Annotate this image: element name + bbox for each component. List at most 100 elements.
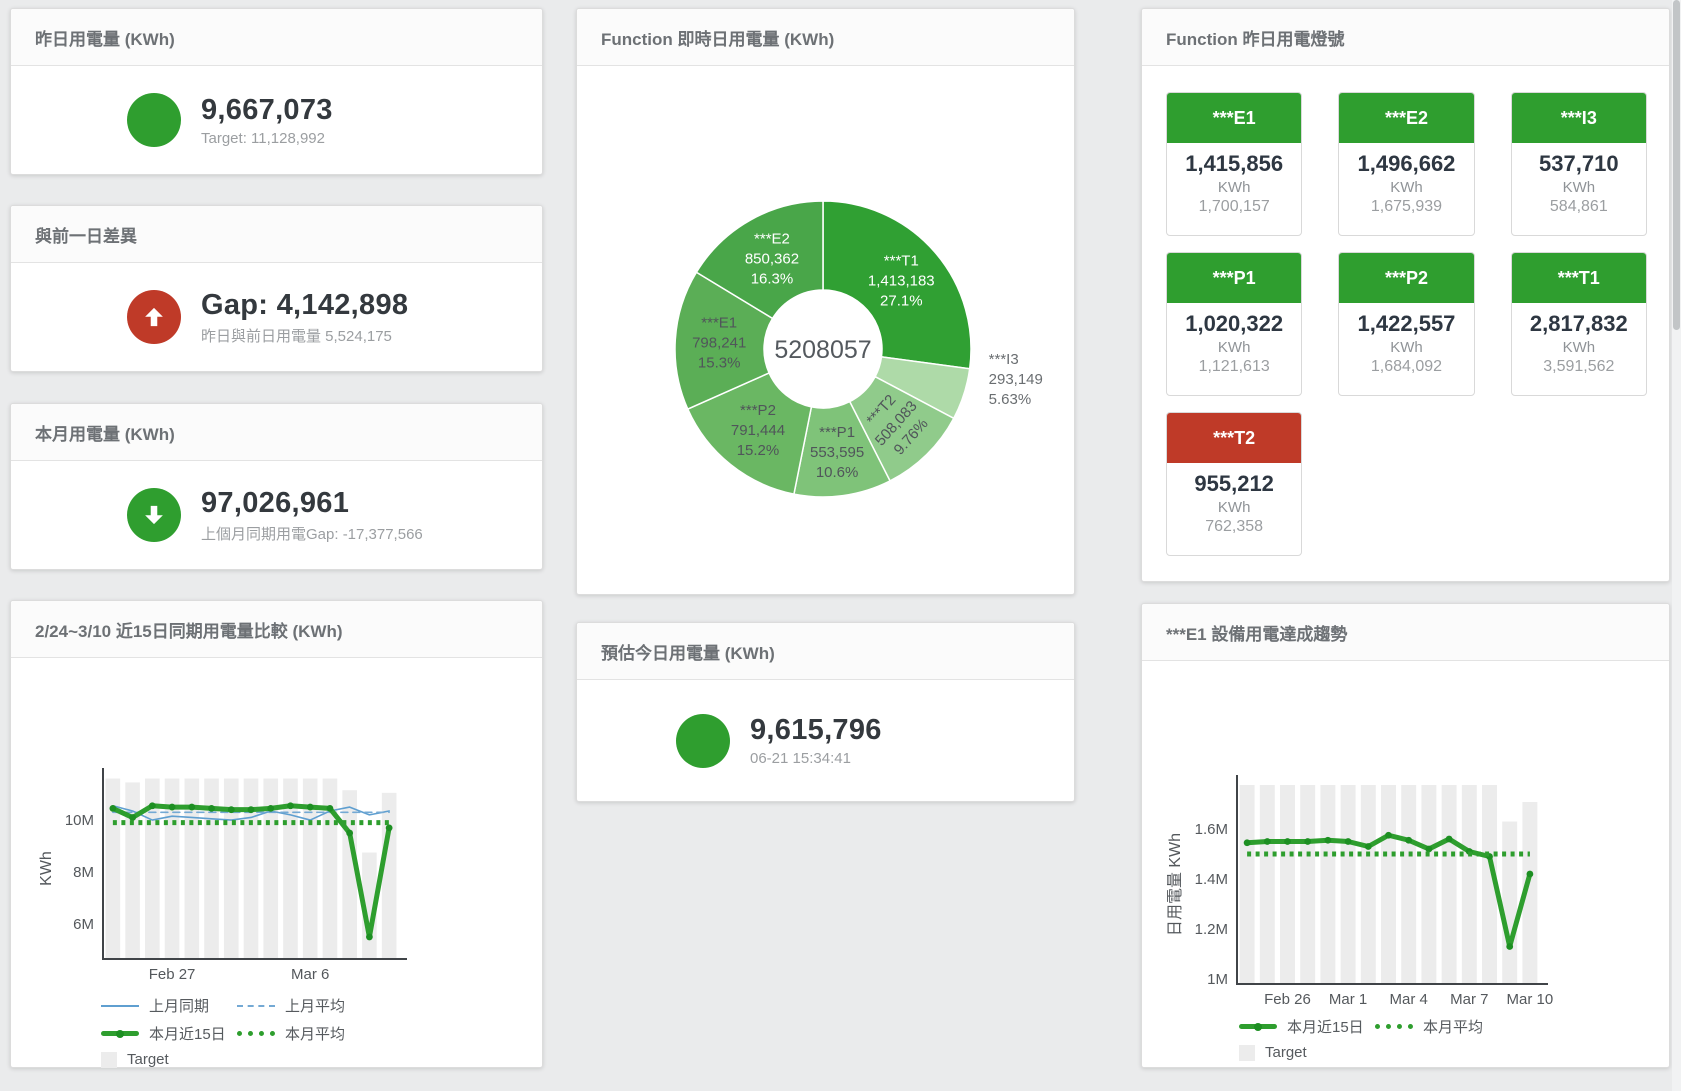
stat-subtitle: Target: 11,128,992 bbox=[201, 130, 426, 147]
svg-text:791,444: 791,444 bbox=[731, 422, 785, 439]
panel-title[interactable]: 昨日用電量 (KWh) bbox=[35, 25, 175, 50]
status-tile: ***E21,496,662KWh1,675,939 bbox=[1338, 92, 1474, 236]
stat-subtitle: 昨日與前日用電量 5,524,175 bbox=[201, 325, 426, 346]
panel-title[interactable]: ***E1 設備用電達成趨勢 bbox=[1166, 620, 1347, 645]
comparison-line-chart: 6M8M10MFeb 27Mar 6KWh bbox=[11, 658, 540, 988]
legend-item-current-month-average[interactable]: 本月平均 bbox=[237, 1023, 373, 1044]
stat-body: 97,026,961 上個月同期用電Gap: -17,377,566 bbox=[11, 461, 542, 569]
legend-label: Target bbox=[1265, 1044, 1307, 1061]
tile-value: 955,212 bbox=[1167, 471, 1301, 497]
legend-item-current-month-average[interactable]: 本月平均 bbox=[1375, 1016, 1511, 1037]
tile-unit: KWh bbox=[1167, 339, 1301, 356]
svg-text:Feb 26: Feb 26 bbox=[1264, 991, 1311, 1008]
tile-target: 3,591,562 bbox=[1512, 358, 1646, 376]
arrow-down-glyph bbox=[140, 501, 168, 529]
svg-text:850,362: 850,362 bbox=[745, 250, 799, 267]
status-tile: ***I3537,710KWh584,861 bbox=[1511, 92, 1647, 236]
chart-legend: 上月同期 上月平均 本月近15日 本月平均 bbox=[11, 995, 542, 1068]
arrow-up-glyph bbox=[140, 303, 168, 331]
panel-title[interactable]: 本月用電量 (KWh) bbox=[35, 420, 175, 445]
svg-text:1.6M: 1.6M bbox=[1195, 821, 1228, 838]
svg-text:Mar 6: Mar 6 bbox=[291, 966, 329, 983]
tile-unit: KWh bbox=[1512, 179, 1646, 196]
legend-label: Target bbox=[127, 1051, 169, 1068]
status-dot-icon bbox=[676, 714, 730, 768]
blue-line-key-icon bbox=[101, 1005, 139, 1007]
tile-value: 1,415,856 bbox=[1167, 151, 1301, 177]
legend-label: 上月同期 bbox=[149, 995, 209, 1016]
legend-item-current-15days[interactable]: 本月近15日 bbox=[101, 1023, 237, 1044]
panel-header: 預估今日用電量 (KWh) bbox=[577, 623, 1074, 680]
panel-realtime-daily-usage: Function 即時日用電量 (KWh) ***T11,413,18327.1… bbox=[576, 8, 1075, 595]
svg-text:KWh: KWh bbox=[38, 851, 55, 886]
svg-text:Mar 1: Mar 1 bbox=[1329, 991, 1367, 1008]
svg-text:293,149: 293,149 bbox=[989, 371, 1043, 388]
dashboard: 昨日用電量 (KWh) 9,667,073 Target: 11,128,992… bbox=[0, 0, 1681, 1091]
blue-dash-key-icon bbox=[237, 1005, 275, 1007]
tile-unit: KWh bbox=[1512, 339, 1646, 356]
panel-e1-trend: ***E1 設備用電達成趨勢 1M1.2M1.4M1.6MFeb 26Mar 1… bbox=[1141, 603, 1670, 1068]
status-dot-icon bbox=[127, 93, 181, 147]
page-scrollbar[interactable] bbox=[1672, 0, 1681, 1091]
chart-legend: 本月近15日 本月平均 Target bbox=[1142, 1016, 1669, 1061]
legend-label: 上月平均 bbox=[285, 995, 345, 1016]
panel-15day-comparison: 2/24~3/10 近15日同期用電量比較 (KWh) 6M8M10MFeb 2… bbox=[10, 600, 543, 1068]
svg-text:***I3: ***I3 bbox=[989, 351, 1019, 368]
tile-value: 537,710 bbox=[1512, 151, 1646, 177]
stat-body: Gap: 4,142,898 昨日與前日用電量 5,524,175 bbox=[11, 263, 542, 371]
green-line-key-icon bbox=[1239, 1024, 1277, 1029]
svg-text:***E1: ***E1 bbox=[701, 314, 737, 331]
legend-item-current-15days[interactable]: 本月近15日 bbox=[1239, 1016, 1375, 1037]
legend-label: 本月平均 bbox=[285, 1023, 345, 1044]
legend-label: 本月平均 bbox=[1423, 1016, 1483, 1037]
svg-text:***T1: ***T1 bbox=[884, 253, 919, 270]
scrollbar-thumb[interactable] bbox=[1673, 0, 1680, 330]
svg-text:***E2: ***E2 bbox=[754, 230, 790, 247]
panel-header: ***E1 設備用電達成趨勢 bbox=[1142, 604, 1669, 661]
tile-status-header: ***E2 bbox=[1339, 93, 1473, 143]
tile-value: 2,817,832 bbox=[1512, 311, 1646, 337]
stat-value: 97,026,961 bbox=[201, 487, 426, 520]
svg-text:10.6%: 10.6% bbox=[816, 464, 859, 481]
stat-body: 9,615,796 06-21 15:34:41 bbox=[577, 680, 1074, 801]
svg-text:8M: 8M bbox=[73, 864, 94, 881]
panel-title[interactable]: 預估今日用電量 (KWh) bbox=[601, 639, 775, 664]
target-bar-key-icon bbox=[101, 1052, 117, 1068]
tile-value: 1,020,322 bbox=[1167, 311, 1301, 337]
panel-title[interactable]: Function 即時日用電量 (KWh) bbox=[601, 25, 834, 50]
svg-text:15.3%: 15.3% bbox=[698, 354, 741, 371]
svg-text:Feb 27: Feb 27 bbox=[149, 966, 196, 983]
stat-value: 9,667,073 bbox=[201, 94, 426, 127]
panel-title[interactable]: 與前一日差異 bbox=[35, 222, 137, 247]
panel-yesterday-usage: 昨日用電量 (KWh) 9,667,073 Target: 11,128,992 bbox=[10, 8, 543, 175]
panel-day-gap: 與前一日差異 Gap: 4,142,898 昨日與前日用電量 5,524,175 bbox=[10, 205, 543, 372]
svg-text:Mar 10: Mar 10 bbox=[1507, 991, 1554, 1008]
stat-value: Gap: 4,142,898 bbox=[201, 289, 426, 322]
panel-title[interactable]: 2/24~3/10 近15日同期用電量比較 (KWh) bbox=[35, 617, 343, 642]
panel-today-estimate: 預估今日用電量 (KWh) 9,615,796 06-21 15:34:41 bbox=[576, 622, 1075, 802]
legend-item-last-month-period[interactable]: 上月同期 bbox=[101, 995, 237, 1016]
panel-header: 本月用電量 (KWh) bbox=[11, 404, 542, 461]
panel-header: 昨日用電量 (KWh) bbox=[11, 9, 542, 66]
panel-header: 與前一日差異 bbox=[11, 206, 542, 263]
green-dot-key-icon bbox=[237, 1031, 275, 1036]
svg-text:15.2%: 15.2% bbox=[737, 442, 780, 459]
svg-text:5.63%: 5.63% bbox=[989, 391, 1032, 408]
status-tile: ***P1 1,020,322 KWh 1,121,613 bbox=[1166, 252, 1302, 396]
legend-item-target[interactable]: Target bbox=[101, 1051, 237, 1068]
tile-status-header: ***E1 bbox=[1167, 93, 1301, 143]
green-dot-key-icon bbox=[1375, 1024, 1413, 1029]
legend-item-target[interactable]: Target bbox=[1239, 1044, 1375, 1061]
target-bar-key-icon bbox=[1239, 1045, 1255, 1061]
stat-value: 9,615,796 bbox=[750, 714, 975, 747]
trend-line-chart: 1M1.2M1.4M1.6MFeb 26Mar 1Mar 4Mar 7Mar 1… bbox=[1142, 661, 1667, 1009]
panel-header: 2/24~3/10 近15日同期用電量比較 (KWh) bbox=[11, 601, 542, 658]
legend-item-last-month-average[interactable]: 上月平均 bbox=[237, 995, 373, 1016]
status-tile: ***P21,422,557KWh1,684,092 bbox=[1338, 252, 1474, 396]
tile-target: 1,675,939 bbox=[1339, 198, 1473, 216]
tile-status-header: ***P1 bbox=[1167, 253, 1301, 303]
legend-label: 本月近15日 bbox=[1287, 1016, 1364, 1037]
tile-target: 1,121,613 bbox=[1167, 358, 1301, 376]
panel-title[interactable]: Function 昨日用電燈號 bbox=[1166, 25, 1344, 50]
arrow-up-icon bbox=[127, 290, 181, 344]
